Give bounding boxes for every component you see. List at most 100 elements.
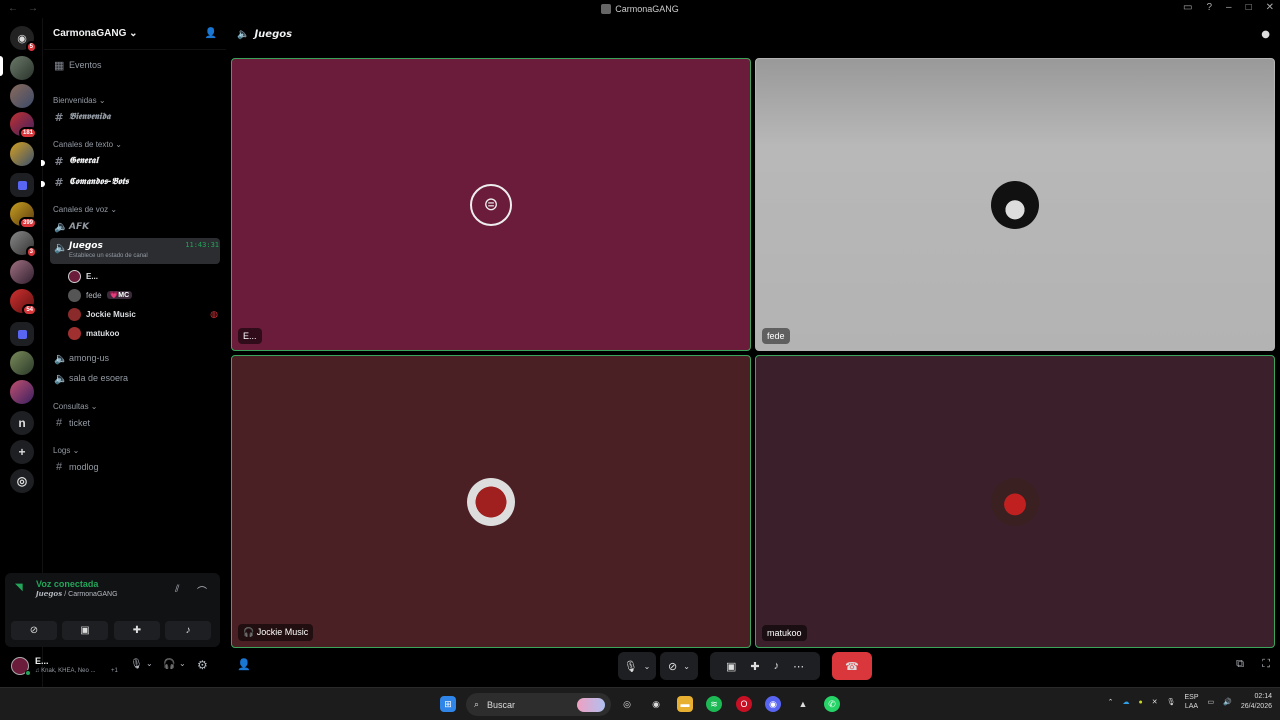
server-item[interactable]	[10, 142, 34, 166]
network-icon[interactable]: ✕	[1152, 698, 1158, 706]
app-icon[interactable]: ◉	[648, 696, 664, 712]
server-n[interactable]: n	[10, 411, 34, 435]
server-item[interactable]: 399	[10, 202, 37, 229]
taskbar-search[interactable]: ⌕ Buscar	[466, 693, 611, 716]
opera-icon[interactable]: O	[736, 696, 752, 712]
task-view-icon[interactable]: ◎	[619, 696, 635, 712]
camera-button[interactable]: ⊘	[11, 621, 57, 640]
fullscreen-icon[interactable]: ⛶	[1262, 658, 1270, 671]
app-icon[interactable]: ▲	[795, 696, 811, 712]
close-icon[interactable]: ✕	[1266, 2, 1274, 13]
server-initial: n	[18, 416, 26, 430]
screen-share-button[interactable]: ▣	[62, 621, 108, 640]
participant-tile[interactable]: 🎧 Jockie Music	[231, 355, 751, 648]
channel-label: modlog	[69, 462, 99, 472]
chevron-down-icon[interactable]: ⌄	[179, 659, 186, 668]
server-folder[interactable]	[10, 322, 34, 346]
microphone-button[interactable]: 🎙 ⌄	[618, 652, 656, 680]
app-icon[interactable]: ●	[1138, 699, 1142, 706]
spotify-icon[interactable]: ≋	[706, 696, 722, 712]
windows-start-icon[interactable]: ⊞	[440, 696, 456, 712]
voice-member[interactable]: matukoo	[68, 324, 119, 342]
server-item[interactable]: 181	[10, 112, 37, 139]
voice-member[interactable]: E...	[68, 267, 98, 285]
channel-among-us[interactable]: 🔈 among-us	[50, 349, 220, 367]
invite-user-icon[interactable]: 👤	[237, 658, 251, 671]
clock-date: 26/4/2026	[1240, 703, 1272, 710]
soundboard-icon: ♪	[185, 625, 191, 636]
activities-button[interactable]: ✚	[114, 621, 160, 640]
screen-share-icon[interactable]: ▣	[726, 660, 736, 673]
server-folder[interactable]	[10, 173, 34, 197]
language-indicator[interactable]: ESP LAA	[1184, 693, 1198, 711]
minimize-icon[interactable]: –	[1226, 2, 1232, 13]
channel-juegos[interactable]: 🔈 𝙅𝙪𝙚𝙜𝙤𝙨 11:43:31 Establece un estado de…	[50, 238, 220, 264]
headphones-icon[interactable]: 🎧	[163, 659, 175, 670]
server-item[interactable]	[10, 351, 34, 375]
channel-sala-de-espera[interactable]: 🔈 sala de esoera	[50, 369, 220, 387]
category-bienvenidas[interactable]: Bienvenidas ⌄	[53, 96, 106, 105]
disconnect-icon[interactable]: ⌒	[197, 583, 207, 598]
channel-general[interactable]: # 𝕲𝖊𝖓𝖊𝖗𝖆𝖑	[50, 152, 220, 170]
voice-member[interactable]: Jockie Music ◍	[68, 305, 218, 323]
avatar	[68, 288, 81, 302]
file-explorer-icon[interactable]: ▬	[677, 696, 693, 712]
channel-afk[interactable]: 🔈 𝘼𝙁𝙆	[50, 217, 220, 235]
chevron-down-icon[interactable]: ⌄	[146, 659, 153, 668]
chevron-up-icon[interactable]: ⌃	[1108, 698, 1114, 706]
participant-tile[interactable]: fede	[755, 58, 1275, 351]
maximize-icon[interactable]: □	[1246, 2, 1252, 13]
guild-header[interactable]: CarmonaGANG ⌄ 👤	[44, 18, 226, 50]
server-item[interactable]	[10, 380, 34, 404]
soundboard-button[interactable]: ♪	[165, 621, 211, 640]
chat-icon[interactable]: ●	[1261, 29, 1270, 40]
participant-tile[interactable]: matukoo	[755, 355, 1275, 648]
microphone-icon[interactable]: 🎙	[130, 659, 143, 670]
server-item[interactable]: 54	[10, 289, 37, 316]
server-item[interactable]	[10, 84, 34, 108]
member-name: matukoo	[86, 328, 120, 338]
voice-member[interactable]: fede 💗MC	[68, 286, 133, 304]
noise-suppression-icon[interactable]: ⫽	[175, 584, 179, 595]
channel-ticket[interactable]: # ticket	[50, 414, 220, 432]
inbox-icon[interactable]: ▭	[1183, 2, 1192, 13]
more-icon[interactable]: ⋯	[793, 660, 804, 673]
camera-button[interactable]: ⊘ ⌄	[660, 652, 698, 680]
server-carmonagang[interactable]	[10, 56, 34, 80]
channel-modlog[interactable]: # modlog	[50, 458, 220, 476]
whatsapp-icon[interactable]: ✆	[824, 696, 840, 712]
clock[interactable]: 02:14 26/4/2026	[1241, 692, 1272, 712]
forward-icon[interactable]: →	[28, 3, 38, 14]
add-server-button[interactable]: +	[10, 440, 34, 464]
back-icon[interactable]: ←	[8, 3, 18, 14]
category-logs[interactable]: Logs ⌄	[53, 446, 79, 455]
activities-icon[interactable]: ✚	[750, 660, 759, 673]
window-title: CarmonaGANG	[615, 4, 679, 14]
invite-icon[interactable]: 👤	[205, 28, 217, 39]
server-item[interactable]	[10, 260, 34, 284]
popout-icon[interactable]: ⧉	[1236, 658, 1244, 671]
explore-button[interactable]: ◎	[10, 469, 34, 493]
display-icon[interactable]: ▭	[1208, 698, 1215, 706]
soundboard-icon[interactable]: ♪	[774, 660, 780, 672]
channel-bienvenida[interactable]: # 𝕭𝖎𝖊𝖓𝖛𝖊𝖓𝖎𝖉𝖆	[50, 108, 220, 126]
channel-comandos-bots[interactable]: # 𝕮𝖔𝖒𝖆𝖓𝖉𝖔𝖘-𝕭𝖔𝖙𝖘	[50, 173, 220, 191]
signal-icon[interactable]: ◥	[15, 582, 23, 593]
help-icon[interactable]: ?	[1206, 2, 1212, 13]
category-text-channels[interactable]: Canales de texto ⌄	[53, 140, 122, 149]
category-consultas[interactable]: Consultas ⌄	[53, 402, 98, 411]
microphone-icon[interactable]: 🎙	[1167, 698, 1176, 706]
direct-messages-button[interactable]: ◉ 5	[10, 26, 37, 53]
channel-status[interactable]: Establece un estado de canal	[69, 253, 219, 259]
onedrive-icon[interactable]: ☁	[1122, 698, 1129, 706]
user-activity: ♫ Knak, KHEA, Neo ...	[35, 668, 96, 674]
voice-channel-link[interactable]: 𝙅𝙪𝙚𝙜𝙤𝙨 / CarmonaGANG	[36, 590, 118, 598]
disconnect-button[interactable]: ☎	[832, 652, 872, 680]
gear-icon[interactable]: ⚙	[197, 658, 208, 672]
server-item[interactable]: 3	[10, 231, 37, 258]
events-item[interactable]: ▦ Eventos	[50, 56, 220, 74]
volume-icon[interactable]: 🔊	[1223, 698, 1232, 706]
participant-tile[interactable]: ⊜ E...	[231, 58, 751, 351]
category-voice-channels[interactable]: Canales de voz ⌄	[53, 205, 117, 214]
discord-icon[interactable]: ◉	[765, 696, 781, 712]
